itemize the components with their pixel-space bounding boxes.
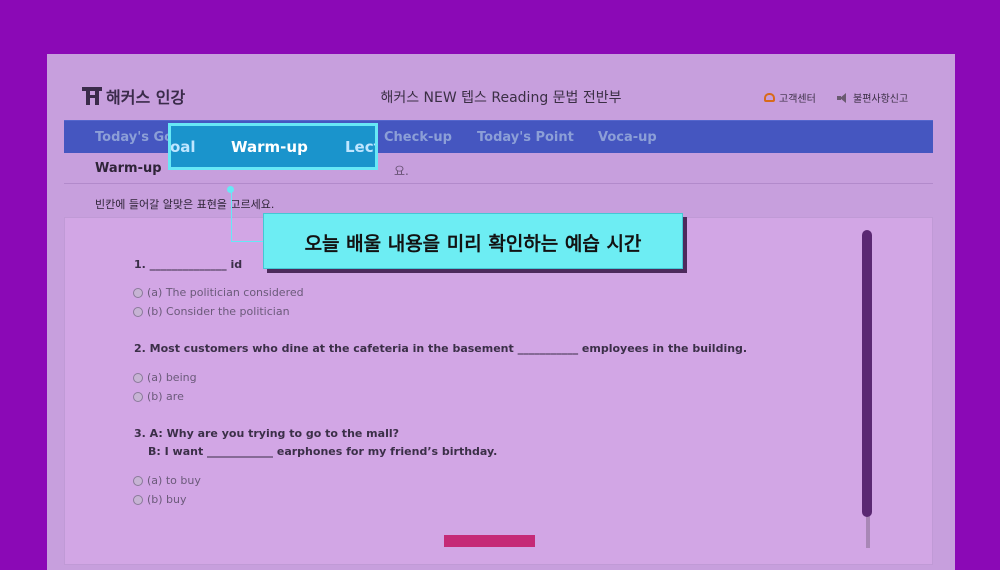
option-2a[interactable]: (a) being bbox=[133, 371, 197, 384]
nav-item-todays-point[interactable]: Today's Point bbox=[477, 130, 574, 145]
tab-warm-up[interactable]: Warm-up bbox=[231, 138, 308, 156]
radio-button[interactable] bbox=[133, 287, 143, 298]
option-label: (a) being bbox=[147, 371, 197, 384]
option-label: (b) are bbox=[147, 390, 184, 403]
section-desc: 요. bbox=[394, 164, 409, 178]
nav-item-voca-up[interactable]: Voca-up bbox=[598, 130, 657, 145]
next-button[interactable] bbox=[444, 535, 535, 547]
option-label: (b) buy bbox=[147, 493, 187, 506]
option-label: (b) Consider the politician bbox=[147, 305, 290, 318]
option-1b[interactable]: (b) Consider the politician bbox=[133, 305, 290, 318]
support-label: 고객센터 bbox=[779, 94, 816, 105]
option-label: (a) to buy bbox=[147, 474, 201, 487]
report-label: 불편사항신고 bbox=[853, 94, 909, 105]
highlighted-tab[interactable]: oal Warm-up Lect bbox=[168, 123, 378, 170]
header: 해커스 인강 해커스 NEW 텝스 Reading 문법 전반부 고객센터 불편… bbox=[47, 54, 955, 120]
question-2: 2. Most customers who dine at the cafete… bbox=[134, 342, 748, 355]
report-link[interactable]: 불편사항신고 bbox=[837, 90, 908, 105]
course-title: 해커스 NEW 텝스 Reading 문법 전반부 bbox=[380, 90, 622, 106]
quiz-panel: 1. ______________ id (a) The politician … bbox=[64, 217, 933, 565]
question-3: 3. A: Why are you trying to go to the ma… bbox=[134, 427, 399, 440]
tab-fragment-left: oal bbox=[170, 138, 196, 156]
option-2b[interactable]: (b) are bbox=[133, 390, 184, 403]
leader-line bbox=[231, 190, 232, 242]
option-3b[interactable]: (b) buy bbox=[133, 493, 187, 506]
question-1: 1. ______________ id bbox=[134, 258, 243, 271]
radio-button[interactable] bbox=[133, 475, 143, 486]
leader-line-horizontal bbox=[231, 241, 263, 242]
callout-box: 오늘 배울 내용을 미리 확인하는 예습 시간 bbox=[263, 213, 683, 269]
tab-fragment-right: Lect bbox=[345, 138, 378, 156]
option-3a[interactable]: (a) to buy bbox=[133, 474, 201, 487]
radio-button[interactable] bbox=[133, 372, 143, 383]
support-link[interactable]: 고객센터 bbox=[764, 90, 816, 105]
option-1a[interactable]: (a) The politician considered bbox=[133, 286, 304, 299]
speaker-icon bbox=[837, 92, 849, 103]
radio-button[interactable] bbox=[133, 494, 143, 505]
instruction-text: 빈칸에 들어갈 알맞은 표현을 고르세요. bbox=[95, 198, 275, 211]
nav-item-check-up[interactable]: Check-up bbox=[384, 130, 452, 145]
radio-button[interactable] bbox=[133, 391, 143, 402]
nav-item-todays-goal[interactable]: Today's Go bbox=[95, 130, 173, 145]
phone-icon bbox=[764, 93, 775, 102]
option-label: (a) The politician considered bbox=[147, 286, 304, 299]
radio-button[interactable] bbox=[133, 306, 143, 317]
question-3-line2: B: I want ____________ earphones for my … bbox=[148, 445, 498, 458]
scrollbar-thumb[interactable] bbox=[862, 230, 872, 517]
section-title: Warm-up bbox=[95, 161, 162, 176]
callout-text: 오늘 배울 내용을 미리 확인하는 예습 시간 bbox=[304, 233, 642, 255]
